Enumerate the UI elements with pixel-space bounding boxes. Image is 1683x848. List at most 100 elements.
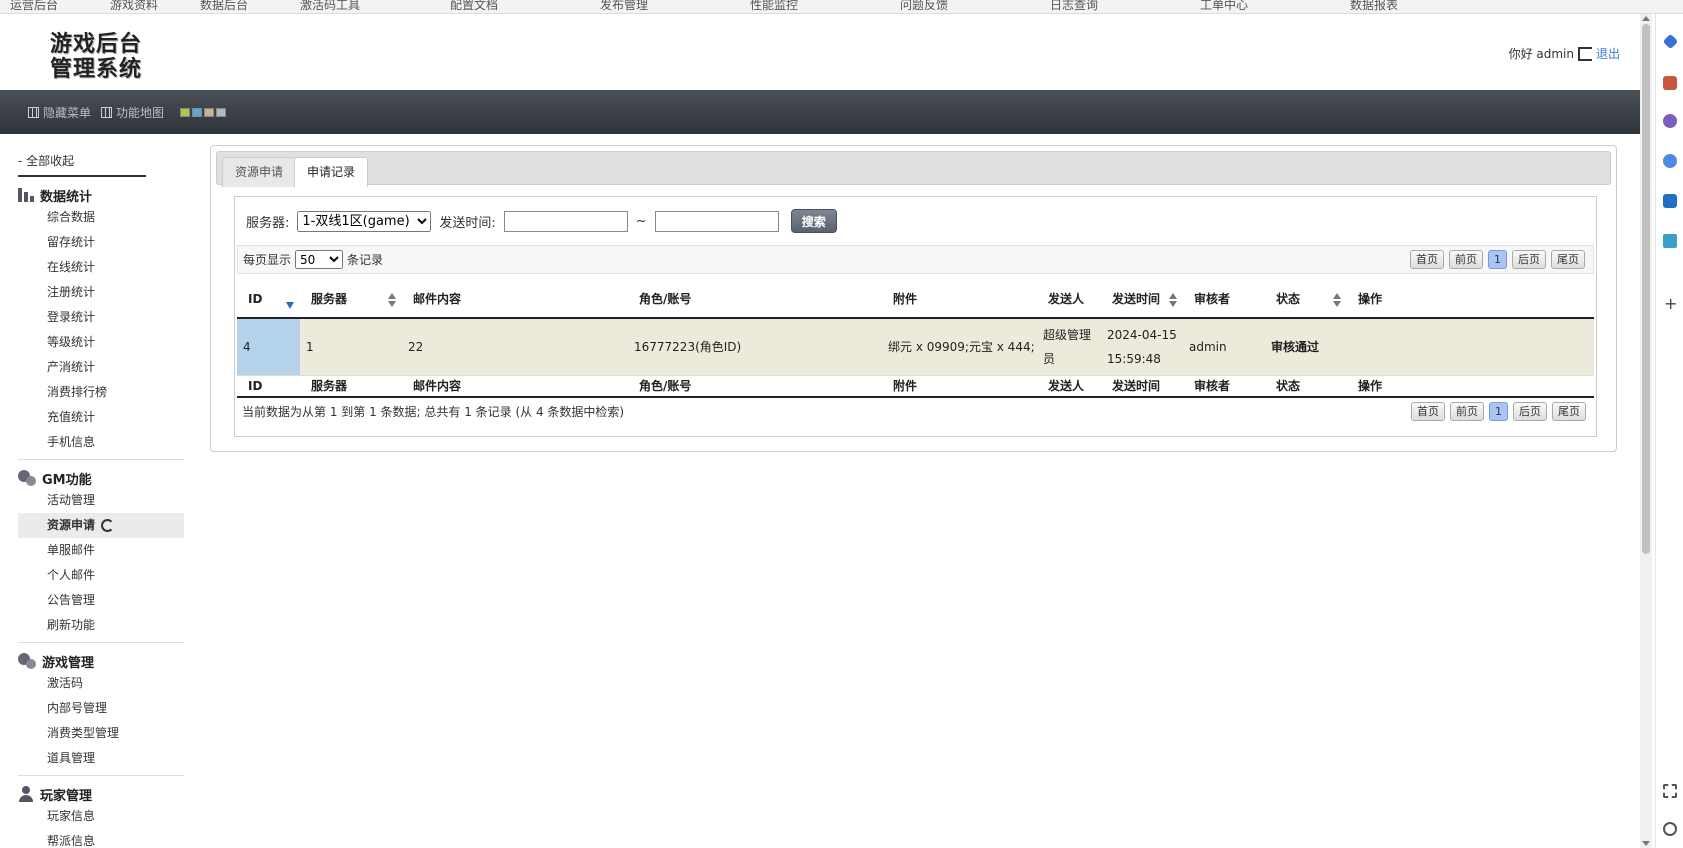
search-button[interactable]: 搜索 [790, 209, 837, 233]
sidebar-item[interactable]: 帮派信息 [18, 829, 184, 848]
last-page-button[interactable]: 尾页 [1552, 402, 1586, 421]
prev-page-button[interactable]: 前页 [1449, 250, 1483, 269]
sidebar-item-active[interactable]: 资源申请 [18, 513, 184, 538]
sidebar-group-title[interactable]: 玩家管理 [18, 784, 184, 804]
sidebar-item[interactable]: 手机信息 [18, 430, 184, 455]
bookmark-item[interactable]: 数据后台 [200, 0, 248, 13]
tab-request-records[interactable]: 申请记录 [294, 157, 369, 187]
start-time-input[interactable] [503, 210, 628, 232]
bookmark-item[interactable]: 游戏资料 [110, 0, 158, 13]
table-row[interactable]: 4 1 22 16777223(角色ID) 绑元 x 09909;元宝 x 44… [237, 318, 1594, 376]
sidebar-item[interactable]: 内部号管理 [18, 696, 184, 721]
diamond-icon[interactable] [1662, 33, 1679, 50]
sidebar-item[interactable]: 单服邮件 [18, 538, 184, 563]
sidebar-item[interactable]: 注册统计 [18, 280, 184, 305]
bookmark-item[interactable]: 发布管理 [600, 0, 648, 13]
sidebar-item[interactable]: 激活码 [18, 671, 184, 696]
first-page-button[interactable]: 首页 [1411, 402, 1445, 421]
col-header-time[interactable]: 发送时间 [1101, 280, 1183, 319]
theme-swatch-green[interactable] [180, 107, 191, 117]
sidebar-item[interactable]: 个人邮件 [18, 563, 184, 588]
col-header-reviewer: 审核者 [1183, 280, 1265, 319]
sidebar-item[interactable]: 在线统计 [18, 255, 184, 280]
page-scrollbar[interactable] [1640, 14, 1652, 848]
sidebar-item[interactable]: 道具管理 [18, 746, 184, 771]
sidebar: - 全部收起 数据统计 综合数据 留存统计 在线统计 注册统计 登录统计 等级统… [18, 152, 184, 848]
scroll-down-arrow[interactable] [1642, 841, 1650, 846]
current-page-button[interactable]: 1 [1488, 250, 1507, 269]
end-time-input[interactable] [654, 210, 779, 232]
sidebar-item[interactable]: 等级统计 [18, 330, 184, 355]
sidebar-item[interactable]: 消费排行榜 [18, 380, 184, 405]
last-page-button[interactable]: 尾页 [1551, 250, 1585, 269]
settings-icon[interactable] [1663, 822, 1677, 836]
sidebar-item[interactable]: 充值统计 [18, 405, 184, 430]
sidebar-group-title[interactable]: 数据统计 [18, 185, 184, 205]
sidebar-group-title[interactable]: GM功能 [18, 468, 184, 488]
sort-icon [1333, 293, 1341, 307]
logout-link[interactable]: 退出 [1596, 45, 1620, 62]
add-icon[interactable]: + [1664, 294, 1677, 313]
bookmark-item[interactable]: 日志查询 [1050, 0, 1098, 13]
person-icon[interactable] [1663, 114, 1677, 128]
copilot-icon[interactable] [1663, 154, 1677, 168]
outlook-icon[interactable] [1663, 194, 1677, 208]
logo: 游戏后台 管理系统 [50, 32, 142, 82]
col-footer-id: ID [237, 375, 300, 398]
sidebar-item[interactable]: 刷新功能 [18, 613, 184, 638]
first-page-button[interactable]: 首页 [1410, 250, 1444, 269]
bookmark-item[interactable]: 问题反馈 [900, 0, 948, 13]
bookmark-item[interactable]: 配置文档 [450, 0, 498, 13]
theme-swatch-tan[interactable] [204, 107, 215, 117]
col-footer-time: 发送时间 [1101, 375, 1183, 398]
bookmark-item[interactable]: 工单中心 [1200, 0, 1248, 13]
scroll-up-arrow[interactable] [1642, 16, 1650, 21]
server-label: 服务器: [246, 215, 290, 231]
send-icon[interactable] [1663, 234, 1677, 248]
cell-time: 2024-04-15 15:59:48 [1101, 318, 1183, 376]
bookmark-item[interactable]: 数据报表 [1350, 0, 1398, 13]
sidebar-item[interactable]: 留存统计 [18, 230, 184, 255]
toolbox-icon[interactable] [1663, 76, 1677, 90]
sidebar-item[interactable]: 公告管理 [18, 588, 184, 613]
bookmark-item[interactable]: 性能监控 [750, 0, 798, 13]
tab-resource-request[interactable]: 资源申请 [222, 157, 297, 187]
screenshot-icon[interactable] [1663, 784, 1677, 798]
cell-server: 1 [300, 318, 402, 376]
sidebar-item[interactable]: 消费类型管理 [18, 721, 184, 746]
sidebar-group-game: 游戏管理 激活码 内部号管理 消费类型管理 道具管理 [18, 651, 184, 776]
theme-swatch-gray[interactable] [216, 107, 227, 117]
sidebar-item[interactable]: 活动管理 [18, 488, 184, 513]
logo-line-1: 游戏后台 [50, 31, 143, 57]
sidebar-item[interactable]: 登录统计 [18, 305, 184, 330]
col-footer-reviewer: 审核者 [1183, 375, 1265, 398]
current-page-button[interactable]: 1 [1489, 402, 1508, 421]
sidebar-item[interactable]: 玩家信息 [18, 804, 184, 829]
gears-icon [18, 470, 36, 486]
sidebar-item[interactable]: 产消统计 [18, 355, 184, 380]
per-page-select[interactable]: 50 [295, 250, 344, 269]
bookmark-item[interactable]: 运营后台 [10, 0, 58, 13]
greeting: 你好 admin [1508, 47, 1574, 61]
col-header-server[interactable]: 服务器 [300, 280, 402, 319]
hide-menu-button[interactable]: 隐藏菜单 [28, 104, 91, 121]
next-page-button[interactable]: 后页 [1513, 402, 1547, 421]
col-header-id[interactable]: ID [237, 280, 300, 319]
function-map-label: 功能地图 [116, 105, 165, 120]
col-header-status[interactable]: 状态 [1265, 280, 1347, 319]
bookmark-item[interactable]: 激活码工具 [300, 0, 360, 13]
next-page-button[interactable]: 后页 [1512, 250, 1546, 269]
theme-swatch-blue[interactable] [192, 107, 203, 117]
tab-bar: 资源申请 申请记录 [216, 151, 1611, 187]
prev-page-button[interactable]: 前页 [1450, 402, 1484, 421]
scroll-thumb[interactable] [1642, 24, 1650, 554]
divider [18, 642, 184, 643]
collapse-all-link[interactable]: - 全部收起 [18, 152, 146, 177]
logout-icon[interactable] [1577, 46, 1592, 61]
sidebar-group-title[interactable]: 游戏管理 [18, 651, 184, 671]
sort-icon [1169, 293, 1177, 307]
records-table: ID 服务器 邮件内容 角色/账号 附件 发送人 发送时间 审核者 状态 操作 … [237, 280, 1594, 398]
sidebar-item[interactable]: 综合数据 [18, 205, 184, 230]
server-select[interactable]: 1-双线1区(game) [297, 210, 432, 232]
function-map-button[interactable]: 功能地图 [101, 104, 164, 121]
